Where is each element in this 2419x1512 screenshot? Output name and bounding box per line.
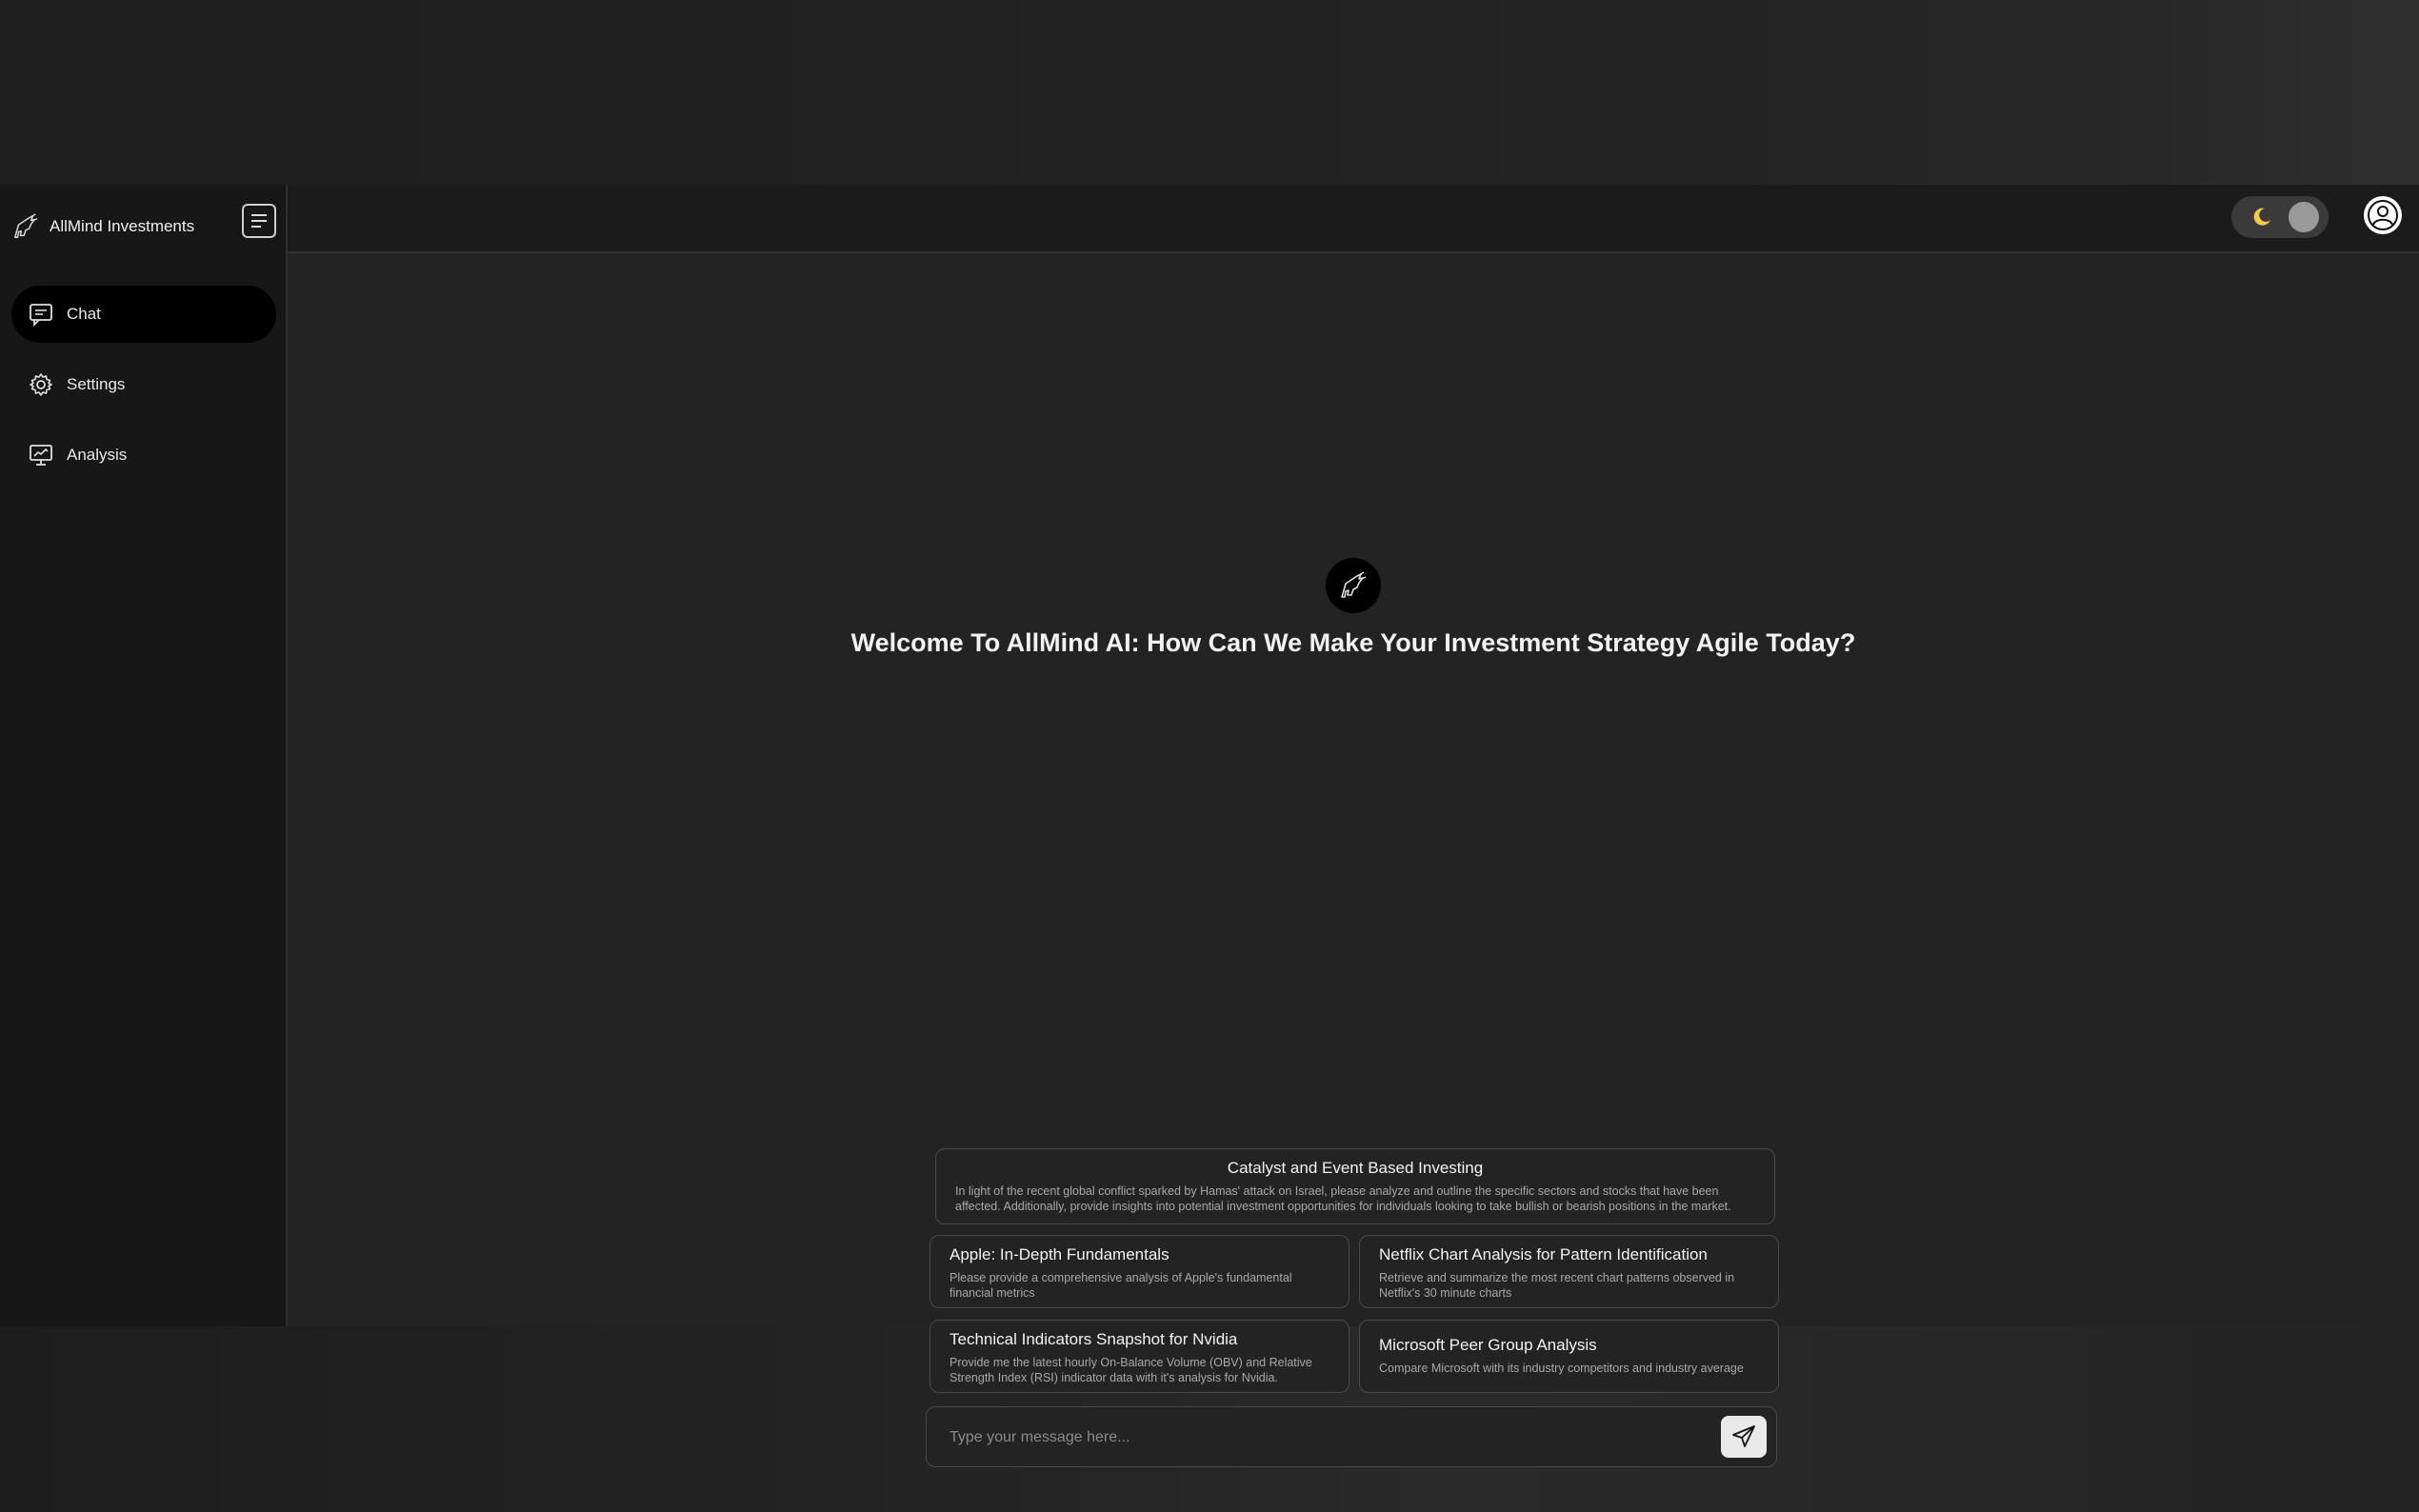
top-bar — [288, 185, 2419, 253]
sidebar-item-chat[interactable]: Chat — [11, 286, 276, 343]
suggestion-desc: In light of the recent global conflict s… — [955, 1184, 1731, 1213]
sidebar-item-settings[interactable]: Settings — [11, 356, 276, 413]
suggestion-title: Technical Indicators Snapshot for Nvidia — [950, 1330, 1238, 1348]
menu-icon — [251, 214, 267, 228]
suggestion-card-microsoft[interactable]: Microsoft Peer Group Analysis Compare Mi… — [1359, 1320, 1779, 1393]
suggestion-title: Catalyst and Event Based Investing — [1227, 1159, 1484, 1177]
brand-name: AllMind Investments — [50, 217, 195, 235]
sidebar-nav: Chat Settings Analysis — [11, 286, 276, 497]
app-window: AllMind Investments Chat Settings Analys… — [0, 185, 2419, 1467]
suggestion-title: Netflix Chart Analysis for Pattern Ident… — [1379, 1245, 1708, 1263]
suggestion-card-catalyst[interactable]: Catalyst and Event Based Investing In li… — [935, 1148, 1775, 1224]
bull-logo-icon — [14, 213, 38, 238]
message-input[interactable] — [948, 1419, 1675, 1457]
sidebar-item-label: Analysis — [67, 446, 128, 464]
user-icon — [2368, 200, 2398, 230]
sidebar-item-label: Settings — [67, 375, 126, 393]
sidebar-item-analysis[interactable]: Analysis — [11, 427, 276, 484]
suggestion-card-apple[interactable]: Apple: In-Depth Fundamentals Please prov… — [930, 1235, 1349, 1308]
bull-logo-icon — [1341, 571, 1367, 598]
welcome-heading: Welcome To AllMind AI: How Can We Make Y… — [850, 628, 1856, 657]
collapse-sidebar-button[interactable] — [242, 204, 276, 238]
theme-toggle[interactable] — [2231, 196, 2329, 238]
moon-icon — [2253, 208, 2270, 226]
suggestion-desc: Please provide a comprehensive analysis … — [950, 1271, 1292, 1300]
suggestion-desc: Compare Microsoft with its industry comp… — [1379, 1362, 1744, 1375]
suggestion-title: Apple: In-Depth Fundamentals — [950, 1245, 1170, 1263]
gear-icon — [30, 373, 52, 396]
sidebar: AllMind Investments Chat Settings Analys… — [0, 185, 288, 1326]
send-icon — [1732, 1425, 1755, 1447]
sidebar-item-label: Chat — [67, 305, 101, 323]
suggestion-desc: Retrieve and summarize the most recent c… — [1379, 1271, 1735, 1300]
send-button[interactable] — [1721, 1416, 1767, 1458]
suggestion-title: Microsoft Peer Group Analysis — [1379, 1336, 1597, 1354]
suggestion-card-nvidia[interactable]: Technical Indicators Snapshot for Nvidia… — [930, 1320, 1349, 1393]
message-composer — [926, 1406, 1777, 1467]
suggestion-card-netflix[interactable]: Netflix Chart Analysis for Pattern Ident… — [1359, 1235, 1779, 1308]
analysis-monitor-icon — [30, 445, 52, 466]
hero-logo — [1326, 558, 1381, 613]
chat-icon — [30, 304, 52, 327]
toggle-knob — [2289, 202, 2319, 232]
suggestion-desc: Provide me the latest hourly On-Balance … — [950, 1356, 1312, 1384]
brand[interactable]: AllMind Investments — [11, 208, 202, 246]
window-backdrop-top — [0, 0, 2419, 185]
user-profile-button[interactable] — [2364, 196, 2402, 234]
